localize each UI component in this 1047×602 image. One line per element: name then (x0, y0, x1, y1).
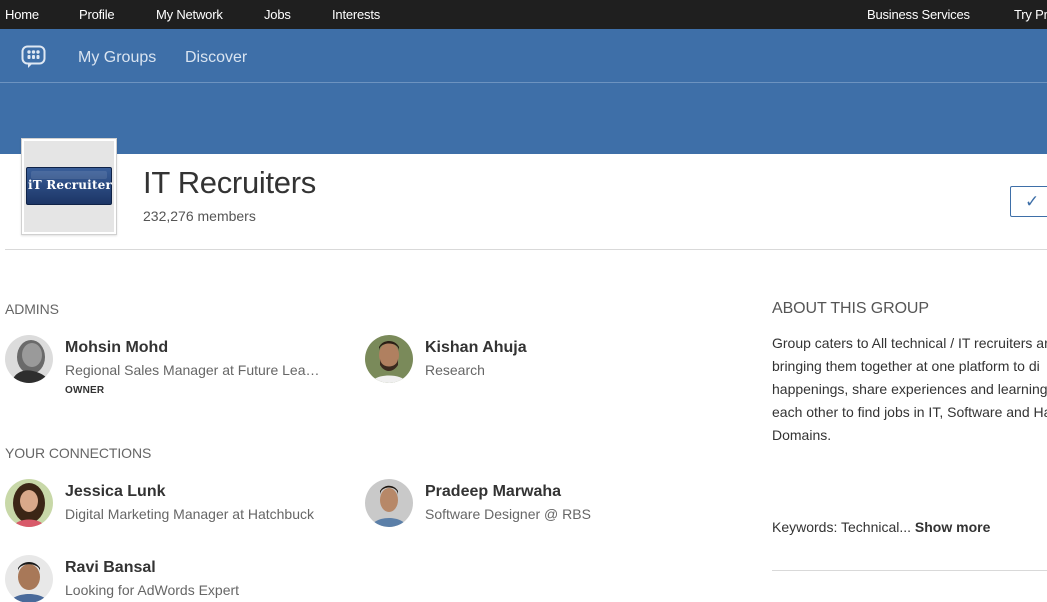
nav-interests[interactable]: Interests (332, 7, 380, 22)
person-title: Looking for AdWords Expert (65, 582, 240, 598)
person-name[interactable]: Mohsin Mohd (65, 339, 168, 357)
person-name[interactable]: Jessica Lunk (65, 483, 166, 501)
avatar[interactable] (5, 335, 53, 383)
person-title: Digital Marketing Manager at Hatchbuck (65, 506, 315, 522)
avatar[interactable] (5, 479, 53, 527)
joined-button[interactable]: ✓ (1010, 186, 1047, 217)
about-text: Domains. (772, 427, 832, 443)
group-logo-text: iT Recruiter (27, 178, 113, 192)
group-logo[interactable]: iT Recruiter (21, 138, 117, 235)
person-name[interactable]: Pradeep Marwaha (425, 483, 561, 501)
tab-discover[interactable]: Discover (185, 49, 247, 67)
about-title: ABOUT THIS GROUP (772, 300, 929, 317)
nav-try-premium[interactable]: Try Pr (1014, 7, 1047, 22)
nav-profile[interactable]: Profile (79, 7, 115, 22)
avatar[interactable] (365, 335, 413, 383)
nav-home[interactable]: Home (5, 7, 39, 22)
member-count[interactable]: 232,276 members (143, 208, 256, 224)
about-divider (772, 570, 1047, 571)
person-name[interactable]: Ravi Bansal (65, 559, 156, 577)
header-divider (5, 249, 1047, 250)
group-title: IT Recruiters (143, 165, 316, 200)
person-name[interactable]: Kishan Ahuja (425, 339, 527, 357)
person-title: Research (425, 362, 485, 378)
admins-label: ADMINS (5, 301, 59, 317)
groups-header: My Groups Discover (0, 29, 1047, 154)
person-title: Software Designer @ RBS (425, 506, 591, 522)
about-text: each other to find jobs in IT, Software … (772, 404, 1047, 420)
keywords-text: Keywords: Technical... (772, 519, 912, 535)
owner-badge: OWNER (65, 385, 105, 396)
check-icon: ✓ (1025, 192, 1040, 211)
nav-jobs[interactable]: Jobs (264, 7, 291, 22)
connections-label: YOUR CONNECTIONS (5, 445, 152, 461)
group-logo-badge: iT Recruiter (26, 167, 112, 205)
show-more-link[interactable]: Show more (915, 519, 990, 535)
avatar[interactable] (365, 479, 413, 527)
about-text: happenings, share experiences and learni… (772, 381, 1047, 397)
nav-my-network[interactable]: My Network (156, 7, 223, 22)
subnav-divider (0, 82, 1047, 83)
about-text: Group caters to All technical / IT recru… (772, 335, 1047, 351)
tab-my-groups[interactable]: My Groups (78, 49, 156, 67)
top-nav-bar: Home Profile My Network Jobs Interests B… (0, 0, 1047, 29)
nav-business-services[interactable]: Business Services (867, 7, 970, 22)
keywords: Keywords: Technical... Show more (772, 519, 990, 535)
groups-icon[interactable] (21, 45, 46, 69)
avatar[interactable] (5, 555, 53, 602)
about-text: bringing them together at one platform t… (772, 358, 1040, 374)
person-title: Regional Sales Manager at Future Lea… (65, 362, 320, 378)
